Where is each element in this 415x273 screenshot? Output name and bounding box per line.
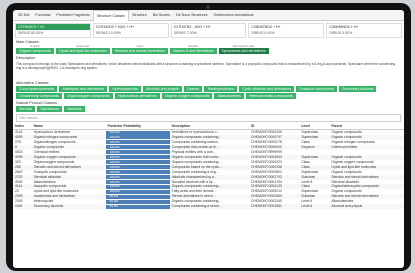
main-class-item: Subclass Vitamin D and derivatives bbox=[169, 45, 217, 54]
class-chip[interactable]: Vitamin D and derivatives bbox=[169, 48, 217, 54]
alt-class-chip[interactable]: Heteroaromatic compounds bbox=[245, 93, 296, 99]
cell-probability: 99.8% bbox=[105, 204, 170, 210]
cell-description: Compounds containing a secon… bbox=[169, 204, 249, 210]
probability-value: 100.0% bbox=[109, 184, 120, 189]
probability-value: 100.0% bbox=[109, 134, 120, 139]
natural-product-classes: Steroids Spirostanes Alkaloids bbox=[13, 106, 404, 112]
formula-card[interactable]: C28H47NO2 + H+ SIRIUS 0.00% bbox=[248, 23, 325, 38]
main-class-item: Class Steroids and steroid derivatives bbox=[111, 45, 168, 54]
np-class-chip[interactable]: Steroids bbox=[16, 106, 36, 112]
class-chip[interactable]: Steroids and steroid derivatives bbox=[111, 48, 168, 54]
probability-value: 99.8% bbox=[109, 204, 119, 209]
table-row[interactable]: 258 Steroids and steroid derivatives 100.0… bbox=[13, 164, 404, 170]
alt-class-chip[interactable]: Alcohols and polyols bbox=[143, 86, 182, 92]
main-class-item: Most specific class Spirostanes and deriv… bbox=[218, 45, 269, 54]
tab-bio-scores[interactable]: Bio Scores bbox=[150, 10, 173, 20]
cell-index: 1160 bbox=[13, 204, 32, 210]
formula-card[interactable]: C27H44O3 + H+ SIRIUS 52.00% bbox=[15, 23, 91, 38]
tab-structure-classes[interactable]: Structure Classes bbox=[92, 10, 130, 21]
formula-cards: C27H44O3 + H+ SIRIUS 52.00% C27H42O2 + H2O… bbox=[13, 21, 404, 38]
camera-dot bbox=[206, 5, 210, 9]
formula-score: SIRIUS 0.00% bbox=[329, 31, 353, 35]
probability-value: 99.9% bbox=[109, 194, 119, 199]
main-classes-label: Main Classes bbox=[16, 40, 39, 44]
class-chip[interactable]: Spirostanes and derivatives bbox=[218, 48, 269, 54]
main-class-item: Superclass Lipids and lipid-like molecule… bbox=[56, 45, 110, 54]
alt-class-chip[interactable]: Alkanolamines bbox=[214, 93, 244, 99]
table-row[interactable]: 323 Organooxygen compounds 100.0% Organic c… bbox=[13, 160, 404, 165]
app-screen: 3D Mol Formulas Predicted Fragments Structu… bbox=[13, 10, 404, 268]
formula-score: SIRIUS 7.00% bbox=[173, 31, 197, 35]
np-class-chip[interactable]: Alkaloids bbox=[64, 106, 85, 112]
tab-formulas[interactable]: Formulas bbox=[32, 10, 53, 20]
alt-class-chip[interactable]: Aldehydes and derivatives bbox=[59, 86, 108, 92]
np-class-chip[interactable]: Spirostanes bbox=[37, 106, 63, 112]
formula-card[interactable]: C27H42O2 + H2O + H+ SIRIUS 10.00% bbox=[92, 23, 169, 38]
cell-level: Level 6 bbox=[299, 204, 330, 210]
tab-de-novo-structures[interactable]: De Novo Structures bbox=[173, 10, 210, 20]
alt-class-chip[interactable]: Hydrocarbon derivatives bbox=[114, 93, 160, 99]
tab-bar: 3D Mol Formulas Predicted Fragments Structu… bbox=[13, 10, 404, 21]
probability-value: 100.0% bbox=[109, 149, 120, 154]
tablet-frame: 3D Mol Formulas Predicted Fragments Structu… bbox=[6, 3, 411, 271]
main-classes: Kingdom Organic compounds Superclass Lipids… bbox=[13, 45, 404, 54]
class-chip[interactable]: Lipids and lipid-like molecules bbox=[56, 48, 110, 54]
formula-card[interactable]: C27H47N2 - H2O + H+ SIRIUS 7.00% bbox=[170, 23, 247, 38]
alt-class-chip[interactable]: Organooxygen compounds bbox=[63, 93, 113, 99]
probability-value: 100.0% bbox=[109, 130, 120, 134]
probability-value: 100.0% bbox=[109, 169, 120, 174]
probability-value: 100.0% bbox=[109, 139, 120, 144]
class-chip[interactable]: Organic compounds bbox=[16, 48, 55, 54]
main-class-item: Kingdom Organic compounds bbox=[16, 45, 55, 54]
tab-structure[interactable]: Structure bbox=[129, 10, 150, 20]
description-label: Description bbox=[16, 56, 35, 60]
description-text: This compound belongs to the class Spiro… bbox=[16, 62, 396, 70]
alt-class-chip[interactable]: Oxacyclic compounds bbox=[296, 86, 338, 92]
alt-classes: 3-oxo-hydroxysteroids Aldehydes and deriv… bbox=[13, 86, 404, 99]
natural-product-label: Natural Product Classes bbox=[16, 101, 57, 105]
formula-score: SIRIUS 10.00% bbox=[95, 31, 121, 35]
alt-class-chip[interactable]: Cyclic alcohols and derivatives bbox=[239, 86, 295, 92]
formula-score: SIRIUS 0.00% bbox=[251, 31, 275, 35]
filter-input[interactable]: Filter classes bbox=[16, 114, 401, 122]
alt-class-chip[interactable]: Hydroxysteroids bbox=[109, 86, 142, 92]
classes-table: Index Name Posterior Probability Descriptio… bbox=[13, 124, 404, 210]
alt-classes-label: Alternative Classes bbox=[16, 81, 49, 85]
table-row[interactable]: 1160 Secondary alcohols 99.8% Compounds con… bbox=[13, 204, 404, 210]
alt-class-chip[interactable]: Oxocarbonyl compounds bbox=[16, 93, 62, 99]
table-row[interactable]: 4395 Organic oxygen compounds 100.0% Organi… bbox=[13, 154, 404, 160]
alt-class-chip[interactable]: Secondary alcohols bbox=[339, 86, 377, 92]
formula-score: SIRIUS 52.00% bbox=[18, 31, 44, 35]
cell-id: CHEMONT:0001661 bbox=[248, 204, 300, 210]
probability-value: 100.0% bbox=[109, 164, 120, 169]
cell-parent: Alcohols and polyols bbox=[329, 204, 404, 210]
probability-value: 100.0% bbox=[109, 159, 120, 164]
tab-predicted-fragments[interactable]: Predicted Fragments bbox=[53, 10, 92, 20]
alt-class-chip[interactable]: Organic oxygen compounds bbox=[161, 93, 213, 99]
probability-value: 100.0% bbox=[109, 174, 120, 179]
alt-class-chip[interactable]: 3-oxo-hydroxysteroids bbox=[16, 86, 58, 92]
probability-value: 100.0% bbox=[109, 144, 120, 149]
tab-substructure-annotations[interactable]: Substructure Annotations bbox=[210, 10, 256, 20]
cell-name: Secondary alcohols bbox=[31, 204, 106, 210]
alt-class-chip[interactable]: Tetrahydrofurans bbox=[204, 86, 238, 92]
alt-class-chip[interactable]: Oxanes bbox=[183, 86, 203, 92]
probability-value: 100.0% bbox=[109, 189, 120, 194]
probability-value: 99.9% bbox=[109, 199, 119, 204]
tab-3d-mol[interactable]: 3D Mol bbox=[15, 10, 32, 20]
probability-value: 100.0% bbox=[109, 179, 120, 184]
probability-value: 100.0% bbox=[109, 154, 120, 159]
formula-card[interactable]: C26H45NO4 + H+ SIRIUS 0.00% bbox=[326, 23, 402, 38]
